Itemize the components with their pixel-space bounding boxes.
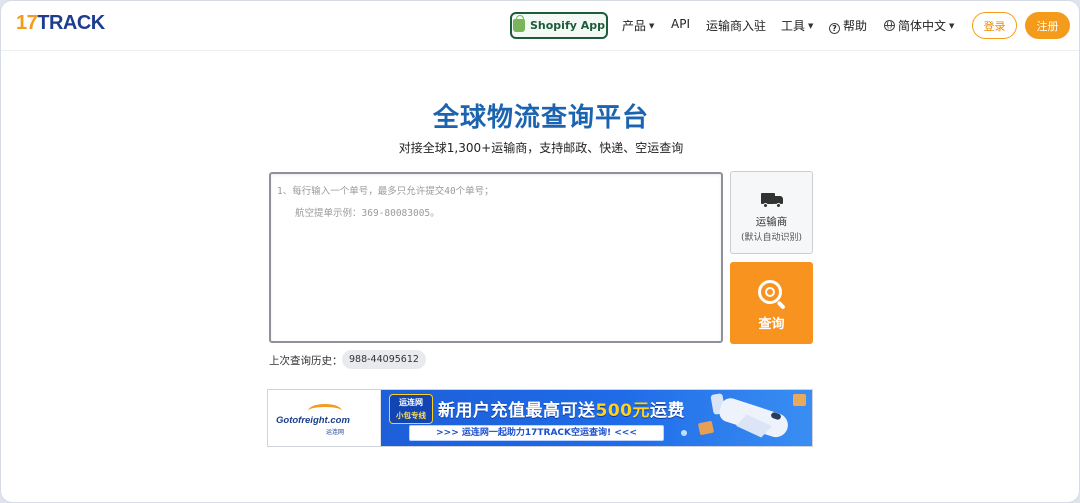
page-title: 全球物流查询平台 xyxy=(432,103,649,133)
banner-promo-text: 新用户充值最高可送500元运费 xyxy=(438,396,685,421)
logo-number: 17 xyxy=(16,12,38,34)
nav-language-label: 简体中文 xyxy=(898,19,947,33)
placeholder-line-2: 航空提单示例：369-80083005。 xyxy=(295,208,440,219)
logo-text: TRACK xyxy=(37,12,105,34)
logo[interactable]: 17TRACK xyxy=(16,12,105,35)
banner-badge-line1: 运连网 xyxy=(399,398,423,407)
nav-api[interactable]: API xyxy=(671,17,690,31)
chevron-down-icon: ▼ xyxy=(949,22,955,30)
nav-tools[interactable]: 工具 ▼ xyxy=(781,17,813,34)
carrier-label: 运输商 xyxy=(755,216,788,228)
register-button[interactable]: 注册 xyxy=(1025,12,1070,39)
truck-icon xyxy=(760,193,783,208)
nav-help[interactable]: ? 帮助 xyxy=(829,17,867,34)
nav-carrier-join[interactable]: 运输商入驻 xyxy=(706,17,766,34)
gotofreight-logo-text: Gotofreight.com xyxy=(276,415,350,426)
chevron-down-icon: ▼ xyxy=(808,22,814,30)
tracking-number-input[interactable]: 1、每行输入一个单号，最多只允许提交40个单号； 航空提单示例：369-8008… xyxy=(269,172,723,343)
promo-banner[interactable]: Gotofreight.com 运连网 运连网 小包专线 新用户充值最高可送50… xyxy=(267,389,813,447)
shopify-bag-icon xyxy=(512,15,525,32)
nav-products-label: 产品 xyxy=(622,19,647,33)
banner-badge: 运连网 小包专线 xyxy=(389,394,433,424)
nav-api-label: API xyxy=(671,17,690,31)
gotofreight-logo-sub: 运连网 xyxy=(326,429,345,436)
placeholder-line-1: 1、每行输入一个单号，最多只允许提交40个单号； xyxy=(277,186,494,197)
login-button[interactable]: 登录 xyxy=(972,12,1017,39)
parcel-icon xyxy=(793,394,806,406)
banner-badge-line2: 小包专线 xyxy=(396,411,426,420)
promo-suffix: 运费 xyxy=(650,401,685,421)
parcel-icon xyxy=(697,420,715,436)
page-frame: 17TRACK Shopify App 产品 ▼ API 运输商入驻 工具 ▼ ? 帮… xyxy=(0,0,1080,503)
page-subtitle: 对接全球1,300+运输商，支持邮政、快递、空运查询 xyxy=(398,141,684,155)
banner-strip: >>> 运连网一起助力17TRACK空运查询! <<< xyxy=(409,425,664,441)
shopify-app-label: Shopify App xyxy=(529,19,605,32)
nav-carrier-join-label: 运输商入驻 xyxy=(706,19,767,33)
history-label: 上次查询历史： xyxy=(269,355,343,367)
bubble-decoration xyxy=(681,430,687,436)
globe-icon xyxy=(884,20,895,31)
carrier-select-button[interactable]: 运输商 (默认自动识别) xyxy=(730,171,813,254)
promo-prefix: 新用户充值最高可送 xyxy=(438,401,596,421)
search-label: 查询 xyxy=(758,317,785,332)
promo-amount: 500元 xyxy=(595,401,650,421)
search-button[interactable]: 查询 xyxy=(730,262,813,344)
top-header: 17TRACK Shopify App 产品 ▼ API 运输商入驻 工具 ▼ ? 帮… xyxy=(1,1,1079,51)
nav-products[interactable]: 产品 ▼ xyxy=(622,17,654,34)
history-chip[interactable]: 988-44095612 xyxy=(342,350,426,369)
nav-tools-label: 工具 xyxy=(781,19,806,33)
search-icon xyxy=(757,279,787,310)
gotofreight-logo: Gotofreight.com 运连网 xyxy=(268,390,381,446)
nav-language[interactable]: 简体中文 ▼ xyxy=(884,17,954,34)
help-icon: ? xyxy=(829,23,840,34)
banner-main: 运连网 小包专线 新用户充值最高可送500元运费 >>> 运连网一起助力17TR… xyxy=(381,390,812,446)
carrier-sub-label: (默认自动识别) xyxy=(740,233,803,243)
chevron-down-icon: ▼ xyxy=(649,22,655,30)
nav-help-label: 帮助 xyxy=(843,19,868,33)
shopify-app-button[interactable]: Shopify App xyxy=(510,12,608,39)
